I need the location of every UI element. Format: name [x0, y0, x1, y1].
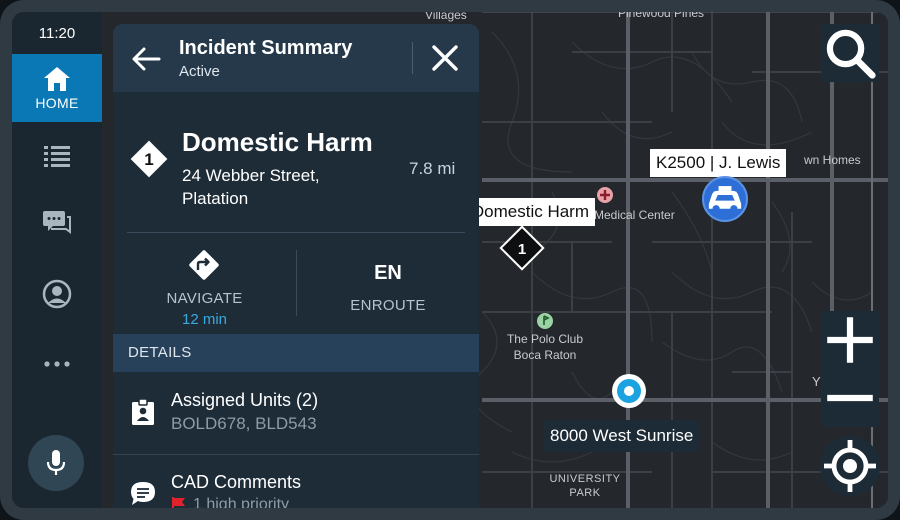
sidebar: 11:20 HOME — [12, 12, 102, 508]
assigned-units-title: Assigned Units (2) — [171, 390, 319, 410]
more-horizontal-icon — [44, 361, 70, 367]
close-button[interactable] — [425, 38, 465, 78]
plus-icon — [827, 317, 873, 363]
details-section-header: DETAILS — [113, 334, 479, 372]
panel-subtitle: Active — [179, 63, 220, 80]
poi-university-line2: PARK — [569, 487, 601, 499]
poi-polo-line1: The Polo Club — [506, 332, 584, 346]
zoom-in-button[interactable] — [821, 311, 879, 369]
sidebar-item-messages[interactable] — [12, 200, 102, 248]
zoom-out-button[interactable] — [821, 369, 879, 427]
close-icon — [432, 45, 458, 71]
gps-crosshair-icon — [824, 440, 876, 492]
account-circle-icon — [42, 279, 72, 309]
panel-title: Incident Summary — [179, 37, 353, 59]
incident-distance: 7.8 mi — [409, 159, 456, 178]
incident-map-label[interactable]: Domestic Harm — [472, 198, 595, 226]
cad-comments-title: CAD Comments — [171, 472, 302, 492]
cad-comments-row[interactable]: CAD Comments 1 high priority — [113, 455, 479, 508]
search-icon — [826, 29, 876, 79]
poi-pinewood: Pinewood Pines — [618, 12, 705, 20]
assigned-units-value: BOLD678, BLD543 — [171, 414, 317, 433]
navigate-eta: 12 min — [181, 311, 228, 328]
car-icon — [708, 186, 742, 213]
sidebar-item-home[interactable]: HOME — [12, 54, 102, 122]
status-label: ENROUTE — [350, 297, 426, 314]
recenter-location-button[interactable] — [820, 436, 880, 496]
incident-title: Domestic Harm — [182, 127, 373, 157]
poi-university-line1: UNIVERSITY — [549, 473, 621, 485]
screen: Villages Pinewood Pines wn Homes Medical… — [12, 12, 888, 508]
list-icon — [44, 146, 70, 167]
sidebar-item-profile[interactable] — [12, 270, 102, 318]
incident-map-marker[interactable]: 1 — [499, 225, 545, 271]
enroute-status-button[interactable]: EN ENROUTE — [297, 232, 479, 332]
incident-summary-panel: Incident Summary Active 1 Domestic Harm … — [113, 24, 479, 508]
incident-priority-marker: 1 — [129, 139, 169, 184]
poi-university-park: UNIVERSITY PARK — [545, 473, 625, 499]
minus-icon — [827, 394, 873, 402]
sidebar-item-list[interactable] — [12, 132, 102, 180]
svg-text:1: 1 — [518, 241, 526, 258]
sidebar-item-home-label: HOME — [35, 95, 79, 111]
poi-polo-club: The Polo Club Boca Raton — [505, 332, 585, 362]
cad-comments-count: 1 high priority — [193, 496, 290, 508]
microphone-icon — [46, 450, 66, 475]
navigate-label: NAVIGATE — [166, 290, 243, 307]
poi-homes: wn Homes — [804, 153, 861, 167]
svg-text:1: 1 — [144, 150, 153, 169]
cad-comments-value: 1 high priority — [171, 496, 289, 508]
status-time: 11:20 — [38, 24, 76, 42]
golf-icon[interactable] — [536, 312, 554, 330]
arrow-left-icon — [132, 47, 161, 71]
voice-button[interactable] — [28, 435, 84, 491]
incident-map-label-text: Domestic Harm — [472, 202, 589, 221]
home-icon — [44, 67, 70, 91]
hospital-icon[interactable] — [596, 186, 614, 204]
badge-id-icon — [131, 398, 155, 431]
zoom-controls — [821, 311, 879, 427]
unit-label[interactable]: K2500 | J. Lewis — [650, 149, 787, 177]
search-button[interactable] — [821, 24, 879, 82]
current-location-marker[interactable] — [612, 374, 646, 408]
priority-flag-icon — [172, 497, 185, 508]
incident-address: 24 Webber Street, Platation — [182, 166, 320, 208]
navigate-button[interactable]: NAVIGATE 12 min — [113, 232, 296, 332]
header-divider — [412, 42, 413, 74]
chat-icon — [43, 211, 71, 234]
sidebar-item-more[interactable] — [12, 340, 102, 388]
navigate-icon — [187, 248, 221, 287]
device-frame: Villages Pinewood Pines wn Homes Medical… — [0, 0, 900, 520]
unit-marker[interactable] — [702, 176, 748, 222]
poi-edge-y: Y — [812, 374, 821, 389]
poi-polo-line2: Boca Raton — [513, 348, 577, 362]
back-button[interactable] — [127, 40, 165, 78]
current-location-label: 8000 West Sunrise — [544, 420, 700, 452]
panel-header: Incident Summary Active — [113, 24, 479, 92]
poi-medical: Medical Center — [594, 208, 675, 222]
status-code: EN — [374, 262, 402, 284]
poi-villages: Villages — [425, 12, 467, 22]
comment-icon — [129, 480, 157, 508]
assigned-units-row[interactable]: Assigned Units (2) BOLD678, BLD543 — [113, 372, 479, 454]
